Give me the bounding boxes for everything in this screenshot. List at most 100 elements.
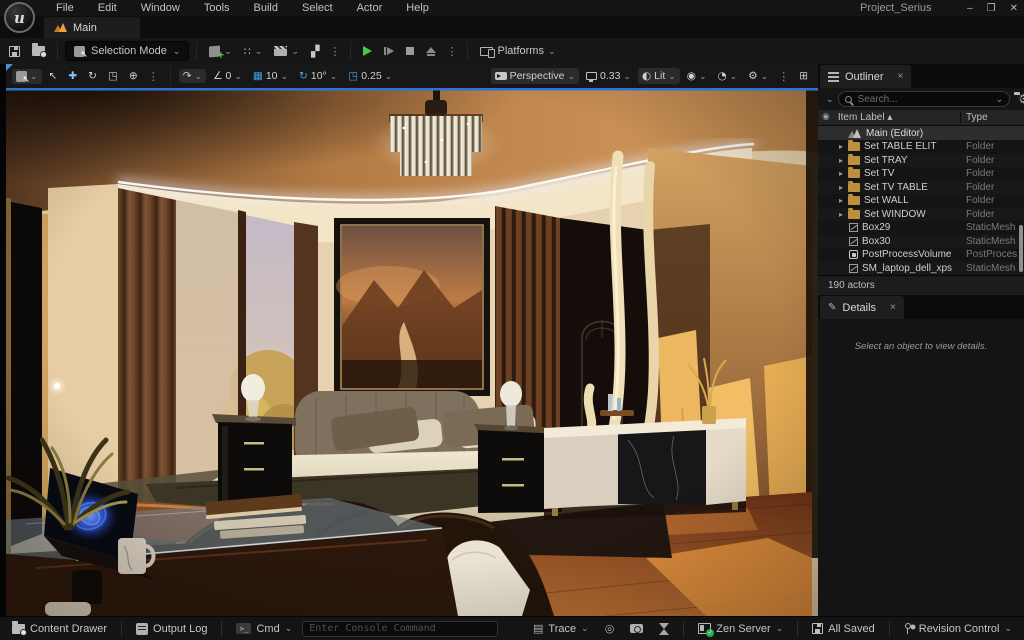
add-actor-button[interactable]: ⌄	[204, 43, 237, 60]
outliner-scrollbar[interactable]	[1019, 225, 1023, 272]
viewport-3d[interactable]	[6, 88, 818, 616]
landscape-button[interactable]: ▞	[306, 43, 324, 60]
outliner-row[interactable]: ▸Set TABLE ELITFolder	[818, 140, 1024, 154]
outliner-row[interactable]: SM_laptop_dell_xpsStaticMesh	[818, 262, 1024, 276]
cinematics-button[interactable]: ⌄	[269, 43, 304, 59]
viewport-overflow-menu[interactable]: ⋮	[775, 70, 792, 83]
perspective-dropdown[interactable]: Perspective⌄	[491, 68, 579, 84]
view-mode-dropdown[interactable]: ◐Lit⌄	[638, 68, 680, 84]
viewport-settings-dropdown[interactable]: ⚙⌄	[744, 69, 772, 84]
scale-icon: ◳	[108, 71, 118, 82]
outliner-row[interactable]: Box29StaticMesh	[818, 221, 1024, 235]
search-input[interactable]	[856, 93, 992, 106]
unreal-logo-icon[interactable]: u	[4, 2, 35, 33]
outliner-row[interactable]: PostProcessVolumePostProces	[818, 248, 1024, 262]
lit-sphere-icon: ◐	[642, 71, 651, 82]
menu-window[interactable]: Window	[129, 1, 192, 15]
background-tasks-button[interactable]	[653, 620, 675, 638]
world-space-toggle[interactable]: ⊕	[125, 69, 142, 84]
expand-arrow-icon[interactable]: ▸	[836, 142, 846, 151]
outliner-row[interactable]: ▸Set WALLFolder	[818, 194, 1024, 208]
search-chevron-icon[interactable]: ⌄	[996, 95, 1004, 104]
close-icon[interactable]: ×	[898, 71, 904, 82]
camera-icon	[495, 72, 507, 80]
scale-tool-button[interactable]: ◳	[104, 69, 122, 84]
content-drawer-button[interactable]: Content Drawer	[6, 620, 113, 638]
grid-snap-button[interactable]: ▦10⌄	[249, 68, 292, 84]
editor-mode-select[interactable]: Selection Mode ⌄	[65, 41, 189, 61]
play-options-menu[interactable]: ⋮	[443, 45, 460, 58]
row-type: Folder	[966, 182, 1024, 193]
expand-arrow-icon[interactable]: ▸	[836, 156, 846, 165]
outliner-row[interactable]: ▸Set TRAYFolder	[818, 154, 1024, 168]
menu-help[interactable]: Help	[394, 1, 441, 15]
menu-tools[interactable]: Tools	[192, 1, 242, 15]
chevron-down-icon: ⌄	[730, 72, 738, 81]
platforms-button[interactable]: Platforms ⌄	[475, 42, 560, 60]
stop-button[interactable]	[401, 44, 419, 58]
play-button[interactable]	[358, 43, 377, 59]
tab-outliner[interactable]: Outliner ×	[820, 65, 911, 88]
save-button[interactable]	[4, 43, 25, 60]
branch-icon	[904, 623, 914, 634]
chevron-down-icon: ⌄	[281, 72, 289, 81]
outliner-row[interactable]: ▸Set TVFolder	[818, 167, 1024, 181]
viewport-tools-overflow[interactable]: ⋮	[145, 70, 162, 83]
tab-details[interactable]: ✎ Details ×	[820, 296, 904, 319]
cmd-dropdown[interactable]: >_Cmd⌄	[230, 620, 298, 638]
maximize-button[interactable]: ❐	[987, 3, 996, 14]
revision-control-dropdown[interactable]: Revision Control⌄	[898, 620, 1018, 638]
menu-edit[interactable]: Edit	[86, 1, 129, 15]
blueprints-button[interactable]: ∷⌄	[239, 43, 268, 60]
details-tab-label: Details	[842, 302, 876, 314]
close-icon[interactable]: ×	[890, 302, 896, 313]
surface-snapping-button[interactable]: ↷⌄	[179, 69, 206, 84]
show-flags-dropdown[interactable]: ◉⌄	[683, 69, 711, 84]
column-item-label[interactable]: Item Label ▴	[838, 112, 960, 123]
toolbar-overflow-menu[interactable]: ⋮	[326, 45, 343, 58]
details-tab-row: ✎ Details ×	[818, 295, 1024, 319]
visibility-column-icon[interactable]: ◉	[822, 113, 830, 122]
insights-button[interactable]: ◎	[599, 620, 621, 637]
close-button[interactable]: ✕	[1010, 3, 1018, 14]
content-browser-button[interactable]	[27, 43, 50, 59]
snap-angle-button[interactable]: ∠0⌄	[209, 68, 246, 84]
launch-button[interactable]	[421, 44, 441, 59]
scale-snap-button[interactable]: ◳0.25⌄	[344, 68, 396, 84]
expand-arrow-icon[interactable]: ▸	[836, 196, 846, 205]
output-log-button[interactable]: Output Log	[130, 620, 213, 638]
outliner-row[interactable]: Box30StaticMesh	[818, 235, 1024, 249]
outliner-root-row[interactable]: Main (Editor)	[818, 126, 1024, 140]
tab-main[interactable]: Main	[44, 17, 140, 38]
select-tool-button[interactable]: ↖	[45, 69, 62, 84]
blueprints-icon: ∷	[244, 46, 251, 57]
expand-arrow-icon[interactable]: ▸	[836, 169, 846, 178]
minimize-button[interactable]: –	[967, 3, 973, 14]
rotate-tool-button[interactable]: ↻	[84, 69, 101, 84]
expand-arrow-icon[interactable]: ▸	[836, 183, 846, 192]
performance-dropdown[interactable]: ◔⌄	[714, 69, 742, 84]
outliner-row[interactable]: ▸Set TV TABLEFolder	[818, 181, 1024, 195]
move-tool-button[interactable]: ✚	[64, 69, 81, 84]
screenshot-button[interactable]	[624, 621, 649, 636]
outliner-search[interactable]: ⌄	[838, 91, 1011, 107]
transform-tools-dropdown[interactable]: ⌄	[12, 69, 42, 84]
console-command-input[interactable]	[302, 621, 498, 637]
expand-arrow-icon[interactable]: ▸	[836, 210, 846, 219]
rotation-snap-button[interactable]: ↻10°⌄	[295, 68, 341, 84]
menu-select[interactable]: Select	[290, 1, 345, 15]
outliner-row[interactable]: ▸Set WINDOWFolder	[818, 208, 1024, 222]
source-control-save-button[interactable]: All Saved	[806, 620, 880, 638]
screen-percentage-dropdown[interactable]: 0.33⌄	[582, 68, 635, 84]
filter-chevron-icon[interactable]: ⌄	[826, 95, 834, 104]
status-bar: Content Drawer Output Log >_Cmd⌄ ▤Trace⌄…	[0, 616, 1024, 640]
quad-layout-button[interactable]: ⊞	[795, 69, 812, 84]
menu-build[interactable]: Build	[242, 1, 290, 15]
row-type: Folder	[966, 209, 1024, 220]
menu-file[interactable]: File	[44, 1, 86, 15]
frame-skip-button[interactable]	[379, 44, 399, 58]
trace-dropdown[interactable]: ▤Trace⌄	[527, 620, 595, 638]
column-type[interactable]: Type	[960, 112, 1020, 123]
zen-server-dropdown[interactable]: Zen Server⌄	[692, 620, 789, 638]
menu-actor[interactable]: Actor	[345, 1, 395, 15]
